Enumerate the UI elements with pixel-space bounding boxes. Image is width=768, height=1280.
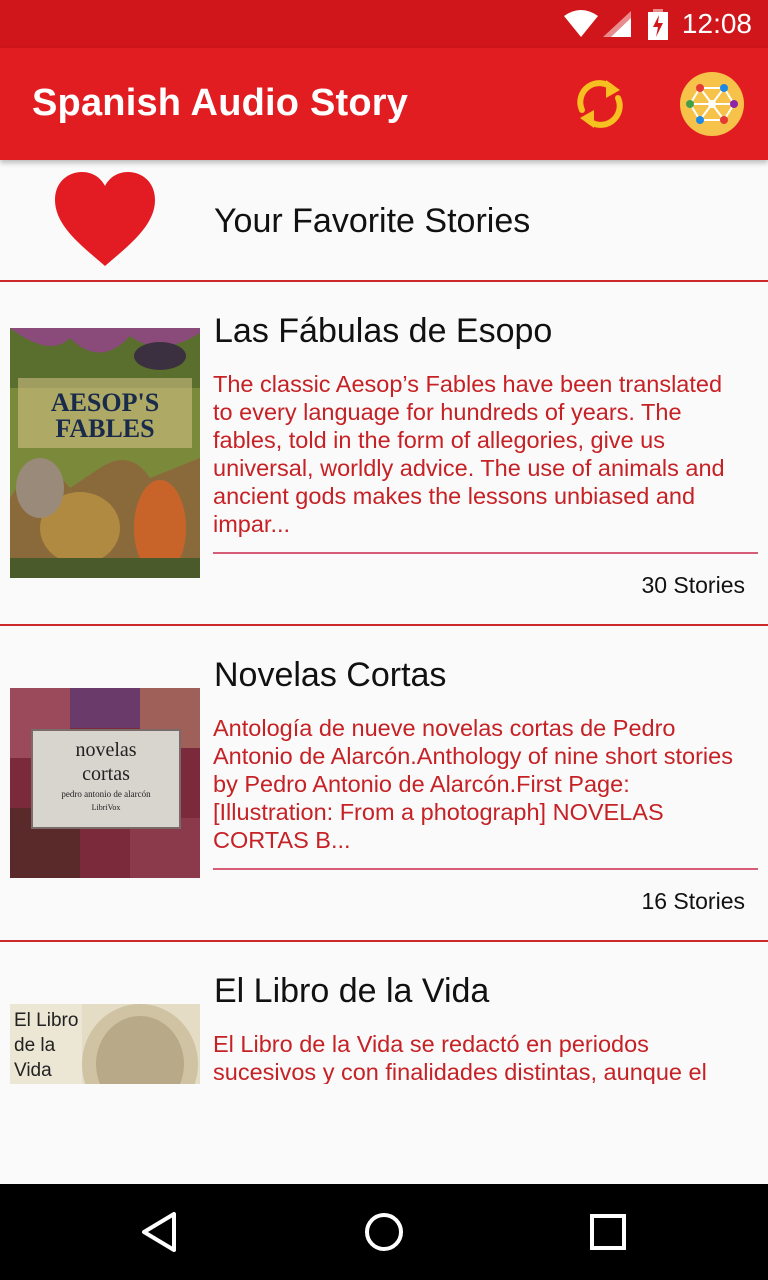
- heart-icon: [55, 172, 155, 266]
- signal-icon: [603, 11, 631, 37]
- story-description: The classic Aesop’s Fables have been tra…: [213, 371, 725, 537]
- network-icon-button[interactable]: [680, 72, 744, 136]
- wifi-icon: [564, 10, 598, 37]
- story-title: Novelas Cortas: [214, 656, 447, 694]
- story-cover-image: novelas cortas pedro antonio de alarcón …: [10, 688, 200, 878]
- story-item[interactable]: novelas cortas pedro antonio de alarcón …: [0, 626, 768, 942]
- story-item[interactable]: El Libro de la Vida El Libro de la Vida …: [0, 942, 768, 1084]
- story-title: El Libro de la Vida: [214, 972, 490, 1010]
- story-description: El Libro de la Vida se redactó en period…: [213, 1031, 707, 1084]
- network-icon: [686, 84, 738, 124]
- navigation-bar: [0, 1184, 768, 1280]
- app-bar: Spanish Audio Story: [0, 48, 768, 160]
- app-title: Spanish Audio Story: [32, 82, 409, 124]
- story-title: Las Fábulas de Esopo: [214, 312, 553, 350]
- recents-button[interactable]: [580, 1204, 636, 1260]
- home-button[interactable]: [356, 1204, 412, 1260]
- favorite-stories-label: Your Favorite Stories: [214, 202, 531, 240]
- divider: [213, 552, 758, 554]
- home-icon: [365, 1213, 403, 1251]
- refresh-button[interactable]: [566, 70, 634, 138]
- story-count: 16 Stories: [641, 888, 745, 914]
- recents-icon: [590, 1214, 626, 1250]
- status-time: 12:08: [681, 8, 752, 39]
- divider: [213, 868, 758, 870]
- story-list-clip: El Libro de la Vida El Libro de la Vida …: [0, 942, 768, 1084]
- cover-title: El Libro de la Vida: [14, 1010, 79, 1081]
- cover-title: novelas cortas pedro antonio de alarcón …: [61, 739, 151, 812]
- back-icon: [142, 1212, 176, 1252]
- favorite-stories-row[interactable]: Your Favorite Stories: [0, 160, 768, 282]
- battery-charging-icon: [648, 9, 668, 40]
- status-bar: 12:08: [0, 0, 768, 48]
- story-count: 30 Stories: [641, 572, 745, 598]
- story-cover-image: AESOP'S FABLES: [10, 328, 200, 578]
- story-cover-image: El Libro de la Vida: [10, 1004, 200, 1084]
- back-button[interactable]: [132, 1204, 188, 1260]
- story-item[interactable]: AESOP'S FABLES Las Fábulas de Esopo The …: [0, 282, 768, 626]
- cover-title: AESOP'S FABLES: [50, 388, 160, 443]
- story-description: Antología de nueve novelas cortas de Ped…: [213, 715, 733, 853]
